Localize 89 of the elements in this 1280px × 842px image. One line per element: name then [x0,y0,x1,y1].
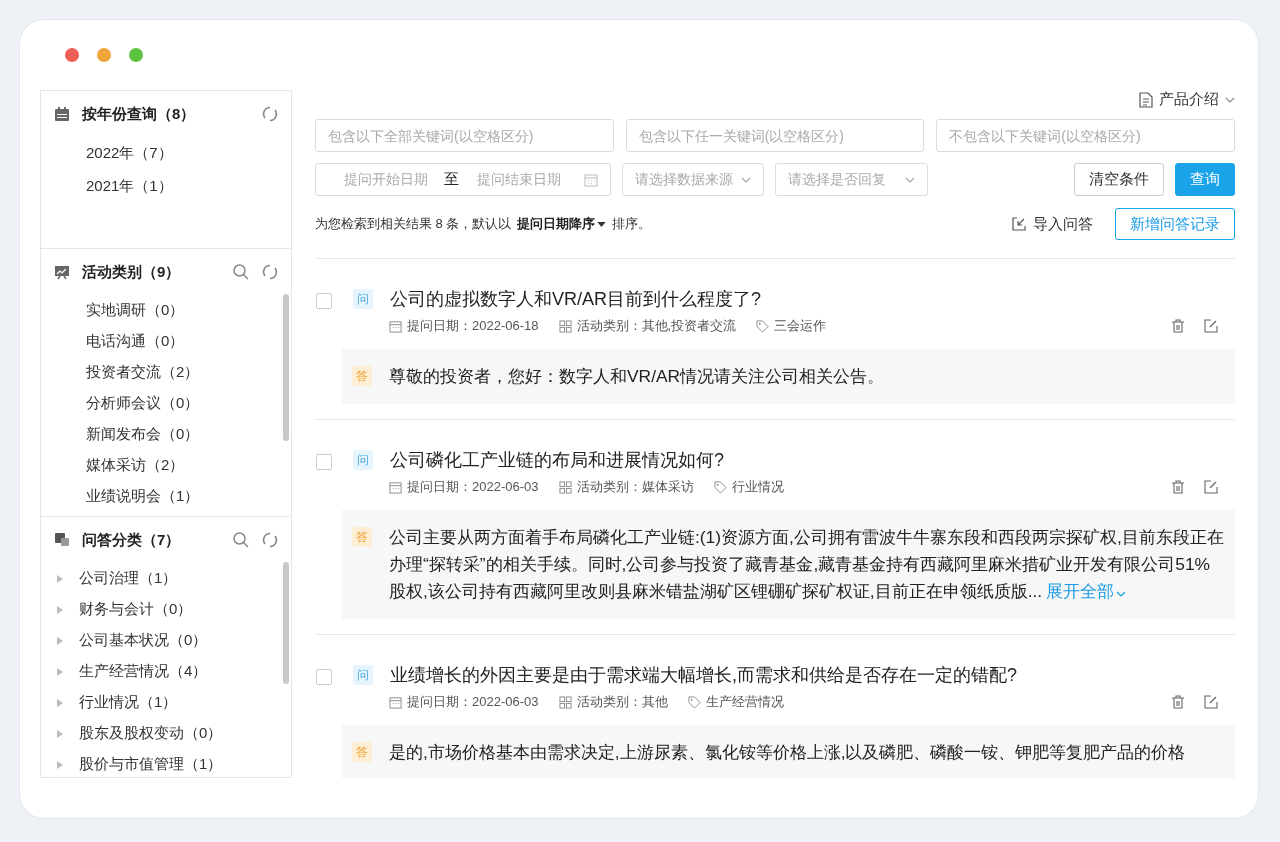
answer-badge: 答 [352,742,372,762]
delete-icon[interactable] [1171,319,1185,333]
question-date: 提问日期：2022-06-03 [407,478,539,496]
chevron-down-icon [905,176,915,183]
chevron-down-icon [741,176,751,183]
calendar-icon [54,106,70,122]
document-icon [1139,91,1153,108]
question-badge: 问 [353,665,373,685]
refresh-icon[interactable] [261,531,279,549]
checkbox[interactable] [316,669,332,685]
filter-item[interactable]: 新闻发布会（0） [86,419,291,450]
result-summary-suffix: 排序。 [612,215,652,233]
edit-icon[interactable] [1204,480,1218,494]
answer-text: 尊敬的投资者，您好：数字人和VR/AR情况请关注公司相关公告。 [389,365,885,388]
activity-category: 活动类别：媒体采访 [576,478,694,496]
chat-bubbles-icon [54,532,70,548]
filter-item[interactable]: 电话沟通（0） [86,326,291,357]
keyword-field[interactable]: 包含以下任一关键词(以空格区分) [625,119,925,152]
delete-icon[interactable] [1171,480,1185,494]
question-tag: 行业情况 [731,478,784,496]
filter-item[interactable]: 媒体采访（2） [86,450,291,481]
filter-item[interactable]: 分析师会议（0） [86,388,291,419]
edit-icon[interactable] [1204,695,1218,709]
section-title: 按年份查询（8） [82,104,197,124]
activity-category: 活动类别：其他 [576,693,668,711]
question-tag: 生产经营情况 [705,693,784,711]
question-text: 业绩增长的外因主要是由于需求端大幅增长,而需求和供给是否存在一定的错配? [390,664,1017,687]
grid-icon [558,695,572,709]
answer-badge: 答 [352,527,372,547]
section-title: 活动类别（9） [82,262,182,282]
grid-icon [558,480,572,494]
tree-item[interactable]: 公司基本状况（0） [57,625,291,656]
calendar-icon [389,480,402,494]
tag-icon [756,319,770,333]
sort-dropdown[interactable]: 提问日期降序 [511,215,613,233]
answer-badge: 答 [352,366,372,386]
question-date: 提问日期：2022-06-03 [407,693,539,711]
question-date: 提问日期：2022-06-18 [407,317,539,335]
tree-item[interactable]: 生产经营情况（4） [57,656,291,687]
edit-icon[interactable] [1204,319,1218,333]
filter-item[interactable]: 业绩说明会（1） [86,481,291,512]
refresh-icon[interactable] [261,105,279,123]
section-title: 问答分类（7） [82,530,182,550]
caret-down-icon [597,221,607,227]
delete-icon[interactable] [1171,695,1185,709]
scrollbar[interactable] [283,294,289,441]
question-text: 公司磷化工产业链的布局和进展情况如何? [390,449,724,472]
filter-item[interactable]: 2021年（1） [86,170,291,203]
search-icon[interactable] [232,531,250,549]
close-button[interactable] [65,48,79,62]
product-intro-menu[interactable]: 产品介绍 [1139,90,1235,109]
result-summary: 为您检索到相关结果 8 条，默认以 [315,215,512,233]
activity-category: 活动类别：其他,投资者交流 [576,317,737,335]
answer-text: 是的,市场价格基本由需求决定,上游尿素、氯化铵等价格上涨,以及磷肥、磷酸一铵、钾肥等复肥产品的价格 [389,741,1186,764]
chevron-down-icon [1116,591,1127,597]
search-icon[interactable] [232,263,250,281]
question-badge: 问 [353,289,373,309]
tree-item[interactable]: 股价与市值管理（1） [57,749,291,777]
checkbox[interactable] [316,454,332,470]
chevron-down-icon [1225,96,1235,103]
refresh-icon[interactable] [261,263,279,281]
calendar-icon [389,695,402,709]
grid-icon [558,319,572,333]
tag-icon [713,480,727,494]
chart-board-icon [54,264,70,280]
date-range-field[interactable]: 提问开始日期 至 提问结束日期 [315,163,611,196]
filter-item[interactable]: 投资者交流（2） [86,357,291,388]
keyword-field[interactable]: 不包含以下关键词(以空格区分) [936,119,1235,152]
import-button[interactable]: 导入问答 [1012,214,1093,234]
clear-button[interactable]: 清空条件 [1074,163,1164,196]
tag-icon [687,695,701,709]
filter-item[interactable]: 实地调研（0） [86,295,291,326]
filter-item[interactable]: 2022年（7） [86,137,291,170]
answer-text: 公司主要从两方面着手布局磷化工产业链:(1)资源方面,公司拥有雷波牛牛寨东段和西段两宗探矿权,目前东段正在办理“探转采”的相关手续。同时,公司参与投资了藏青基金,藏青基金持有西藏阿里麻米措矿业开发有限公司51%股权,该公司持有西藏阿里改则县麻米错盐湖矿区锂硼矿探矿权证,目前正在申领纸质版... 展开全部 [389,526,1225,603]
tree-item[interactable]: 股东及股权变动（0） [57,718,291,749]
minimize-button[interactable] [97,48,111,62]
scrollbar[interactable] [283,562,289,684]
calendar-icon [584,172,598,187]
keyword-field[interactable]: 包含以下全部关键词(以空格区分) [315,119,614,152]
tree-item[interactable]: 财务与会计（0） [57,594,291,625]
checkbox[interactable] [316,293,332,309]
tree-item[interactable]: 行业情况（1） [57,687,291,718]
question-tag: 三会运作 [774,317,827,335]
zoom-button[interactable] [129,48,143,62]
calendar-icon [389,319,402,333]
import-icon [1012,217,1026,231]
question-badge: 问 [353,450,373,470]
tree-item[interactable]: 公司治理（1） [57,563,291,594]
question-text: 公司的虚拟数字人和VR/AR目前到什么程度了? [390,288,762,311]
